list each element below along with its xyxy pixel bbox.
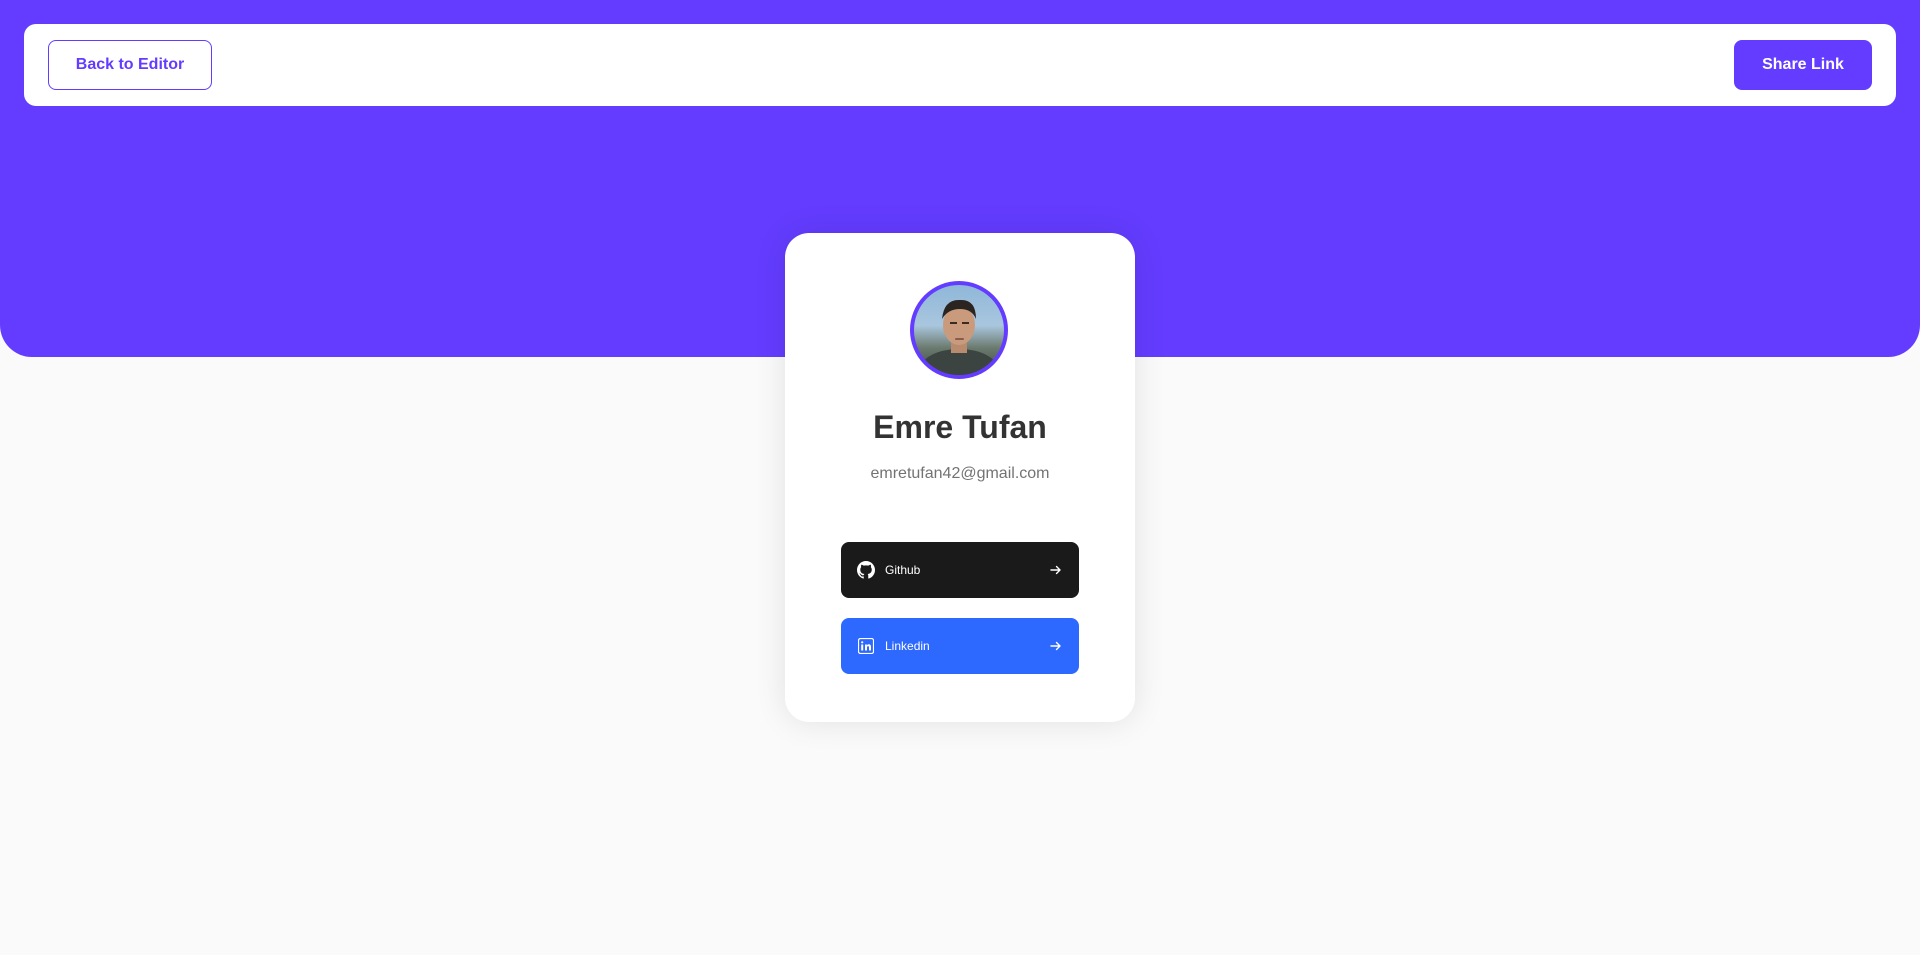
- profile-email: emretufan42@gmail.com: [870, 465, 1050, 482]
- github-icon: [857, 561, 875, 579]
- back-to-editor-button[interactable]: Back to Editor: [48, 40, 212, 90]
- arrow-right-icon: [1049, 639, 1063, 653]
- profile-card: Emre Tufan emretufan42@gmail.com Github …: [785, 233, 1135, 722]
- arrow-right-icon: [1049, 563, 1063, 577]
- avatar: [910, 281, 1008, 379]
- share-link-button[interactable]: Share Link: [1734, 40, 1872, 90]
- github-link-button[interactable]: Github: [841, 542, 1079, 598]
- profile-name: Emre Tufan: [873, 409, 1047, 445]
- avatar-photo: [919, 299, 999, 375]
- preview-header: Back to Editor Share Link: [24, 24, 1896, 106]
- linkedin-link-button[interactable]: Linkedin: [841, 618, 1079, 674]
- github-link-label: Github: [885, 563, 921, 577]
- linkedin-icon: [857, 637, 875, 655]
- linkedin-link-label: Linkedin: [885, 639, 930, 653]
